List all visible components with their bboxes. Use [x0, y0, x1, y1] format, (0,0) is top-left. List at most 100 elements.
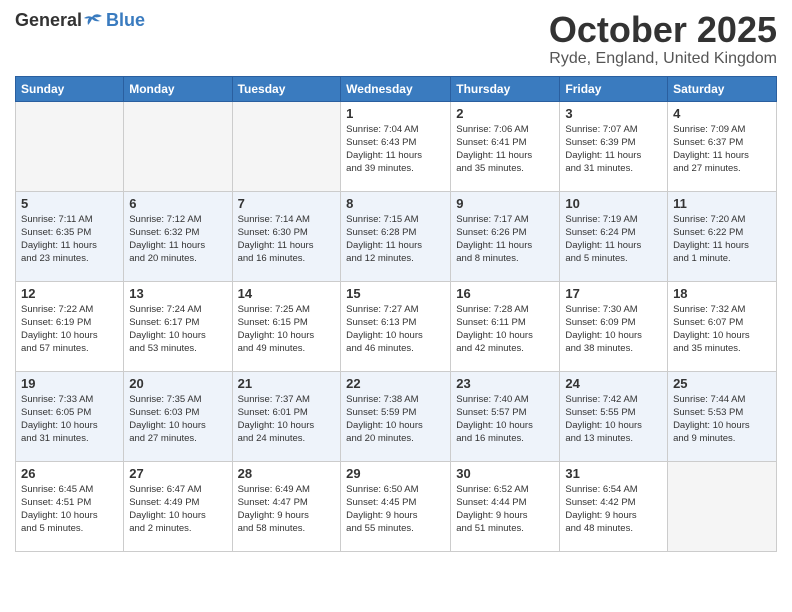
calendar-week-row: 26Sunrise: 6:45 AM Sunset: 4:51 PM Dayli…: [16, 461, 777, 551]
table-row: 31Sunrise: 6:54 AM Sunset: 4:42 PM Dayli…: [560, 461, 668, 551]
location: Ryde, England, United Kingdom: [549, 50, 777, 68]
day-number: 17: [565, 286, 662, 301]
day-number: 20: [129, 376, 226, 391]
day-number: 16: [456, 286, 554, 301]
title-block: October 2025 Ryde, England, United Kingd…: [549, 10, 777, 68]
table-row: [668, 461, 777, 551]
calendar-week-row: 1 Sunrise: 7:04 AM Sunset: 6:43 PM Daylig…: [16, 101, 777, 191]
day-info: Sunrise: 7:35 AM Sunset: 6:03 PM Dayligh…: [129, 393, 226, 446]
table-row: 12 Sunrise: 7:22 AM Sunset: 6:19 PM Dayli…: [16, 281, 124, 371]
day-info: Sunrise: 7:24 AM Sunset: 6:17 PM Dayligh…: [129, 303, 226, 356]
table-row: 16Sunrise: 7:28 AM Sunset: 6:11 PM Dayli…: [451, 281, 560, 371]
day-number: 7: [238, 196, 336, 211]
logo-bird-icon: [84, 13, 104, 29]
table-row: 6 Sunrise: 7:12 AM Sunset: 6:32 PM Daylig…: [124, 191, 232, 281]
table-row: 14 Sunrise: 7:25 AM Sunset: 6:15 PM Dayli…: [232, 281, 341, 371]
day-info: Sunrise: 7:38 AM Sunset: 5:59 PM Dayligh…: [346, 393, 445, 446]
day-info: Sunrise: 7:27 AM Sunset: 6:13 PM Dayligh…: [346, 303, 445, 356]
table-row: 30 Sunrise: 6:52 AM Sunset: 4:44 PM Dayli…: [451, 461, 560, 551]
day-info: Sunrise: 7:15 AM Sunset: 6:28 PM Dayligh…: [346, 213, 445, 266]
calendar-week-row: 19 Sunrise: 7:33 AM Sunset: 6:05 PM Dayli…: [16, 371, 777, 461]
day-info: Sunrise: 7:06 AM Sunset: 6:41 PM Dayligh…: [456, 123, 554, 176]
day-info: Sunrise: 6:49 AM Sunset: 4:47 PM Dayligh…: [238, 483, 336, 536]
day-number: 28: [238, 466, 336, 481]
day-number: 19: [21, 376, 118, 391]
day-number: 2: [456, 106, 554, 121]
day-number: 8: [346, 196, 445, 211]
header-friday: Friday: [560, 76, 668, 101]
day-number: 1: [346, 106, 445, 121]
day-info: Sunrise: 7:37 AM Sunset: 6:01 PM Dayligh…: [238, 393, 336, 446]
day-info: Sunrise: 7:04 AM Sunset: 6:43 PM Dayligh…: [346, 123, 445, 176]
day-info: Sunrise: 6:47 AM Sunset: 4:49 PM Dayligh…: [129, 483, 226, 536]
header-tuesday: Tuesday: [232, 76, 341, 101]
header-thursday: Thursday: [451, 76, 560, 101]
day-info: Sunrise: 7:42 AM Sunset: 5:55 PM Dayligh…: [565, 393, 662, 446]
page-container: General Blue October 2025 Ryde, England,…: [0, 0, 792, 612]
table-row: 10Sunrise: 7:19 AM Sunset: 6:24 PM Dayli…: [560, 191, 668, 281]
header-sunday: Sunday: [16, 76, 124, 101]
day-number: 24: [565, 376, 662, 391]
day-number: 15: [346, 286, 445, 301]
day-number: 3: [565, 106, 662, 121]
table-row: 9 Sunrise: 7:17 AM Sunset: 6:26 PM Daylig…: [451, 191, 560, 281]
table-row: 13 Sunrise: 7:24 AM Sunset: 6:17 PM Dayli…: [124, 281, 232, 371]
table-row: 19 Sunrise: 7:33 AM Sunset: 6:05 PM Dayli…: [16, 371, 124, 461]
day-number: 9: [456, 196, 554, 211]
day-number: 13: [129, 286, 226, 301]
header-monday: Monday: [124, 76, 232, 101]
day-info: Sunrise: 7:19 AM Sunset: 6:24 PM Dayligh…: [565, 213, 662, 266]
day-number: 26: [21, 466, 118, 481]
table-row: 24 Sunrise: 7:42 AM Sunset: 5:55 PM Dayli…: [560, 371, 668, 461]
day-number: 23: [456, 376, 554, 391]
day-info: Sunrise: 6:52 AM Sunset: 4:44 PM Dayligh…: [456, 483, 554, 536]
day-info: Sunrise: 7:22 AM Sunset: 6:19 PM Dayligh…: [21, 303, 118, 356]
day-info: Sunrise: 7:11 AM Sunset: 6:35 PM Dayligh…: [21, 213, 118, 266]
table-row: [124, 101, 232, 191]
table-row: 17Sunrise: 7:30 AM Sunset: 6:09 PM Dayli…: [560, 281, 668, 371]
day-number: 4: [673, 106, 771, 121]
day-info: Sunrise: 7:17 AM Sunset: 6:26 PM Dayligh…: [456, 213, 554, 266]
calendar-week-row: 5Sunrise: 7:11 AM Sunset: 6:35 PM Daylig…: [16, 191, 777, 281]
day-info: Sunrise: 7:20 AM Sunset: 6:22 PM Dayligh…: [673, 213, 771, 266]
table-row: 18Sunrise: 7:32 AM Sunset: 6:07 PM Dayli…: [668, 281, 777, 371]
table-row: 23 Sunrise: 7:40 AM Sunset: 5:57 PM Dayli…: [451, 371, 560, 461]
day-info: Sunrise: 7:14 AM Sunset: 6:30 PM Dayligh…: [238, 213, 336, 266]
day-info: Sunrise: 7:07 AM Sunset: 6:39 PM Dayligh…: [565, 123, 662, 176]
day-info: Sunrise: 7:33 AM Sunset: 6:05 PM Dayligh…: [21, 393, 118, 446]
day-number: 31: [565, 466, 662, 481]
table-row: 5Sunrise: 7:11 AM Sunset: 6:35 PM Daylig…: [16, 191, 124, 281]
day-info: Sunrise: 7:12 AM Sunset: 6:32 PM Dayligh…: [129, 213, 226, 266]
table-row: 26Sunrise: 6:45 AM Sunset: 4:51 PM Dayli…: [16, 461, 124, 551]
day-info: Sunrise: 7:40 AM Sunset: 5:57 PM Dayligh…: [456, 393, 554, 446]
day-info: Sunrise: 7:25 AM Sunset: 6:15 PM Dayligh…: [238, 303, 336, 356]
logo: General Blue: [15, 10, 145, 31]
table-row: 27Sunrise: 6:47 AM Sunset: 4:49 PM Dayli…: [124, 461, 232, 551]
table-row: 2 Sunrise: 7:06 AM Sunset: 6:41 PM Daylig…: [451, 101, 560, 191]
day-info: Sunrise: 7:32 AM Sunset: 6:07 PM Dayligh…: [673, 303, 771, 356]
table-row: 7 Sunrise: 7:14 AM Sunset: 6:30 PM Daylig…: [232, 191, 341, 281]
table-row: 15 Sunrise: 7:27 AM Sunset: 6:13 PM Dayli…: [341, 281, 451, 371]
table-row: 3 Sunrise: 7:07 AM Sunset: 6:39 PM Daylig…: [560, 101, 668, 191]
day-info: Sunrise: 7:09 AM Sunset: 6:37 PM Dayligh…: [673, 123, 771, 176]
header: General Blue October 2025 Ryde, England,…: [15, 10, 777, 68]
table-row: 4 Sunrise: 7:09 AM Sunset: 6:37 PM Daylig…: [668, 101, 777, 191]
header-saturday: Saturday: [668, 76, 777, 101]
day-number: 21: [238, 376, 336, 391]
day-info: Sunrise: 7:44 AM Sunset: 5:53 PM Dayligh…: [673, 393, 771, 446]
logo-general: General: [15, 10, 82, 31]
day-number: 6: [129, 196, 226, 211]
table-row: 8 Sunrise: 7:15 AM Sunset: 6:28 PM Daylig…: [341, 191, 451, 281]
header-wednesday: Wednesday: [341, 76, 451, 101]
day-number: 30: [456, 466, 554, 481]
table-row: 1 Sunrise: 7:04 AM Sunset: 6:43 PM Daylig…: [341, 101, 451, 191]
logo-text: General Blue: [15, 10, 145, 31]
day-info: Sunrise: 6:50 AM Sunset: 4:45 PM Dayligh…: [346, 483, 445, 536]
day-number: 25: [673, 376, 771, 391]
day-number: 12: [21, 286, 118, 301]
calendar-header-row: Sunday Monday Tuesday Wednesday Thursday…: [16, 76, 777, 101]
calendar-week-row: 12 Sunrise: 7:22 AM Sunset: 6:19 PM Dayli…: [16, 281, 777, 371]
table-row: 11Sunrise: 7:20 AM Sunset: 6:22 PM Dayli…: [668, 191, 777, 281]
day-number: 14: [238, 286, 336, 301]
month-title: October 2025: [549, 10, 777, 50]
